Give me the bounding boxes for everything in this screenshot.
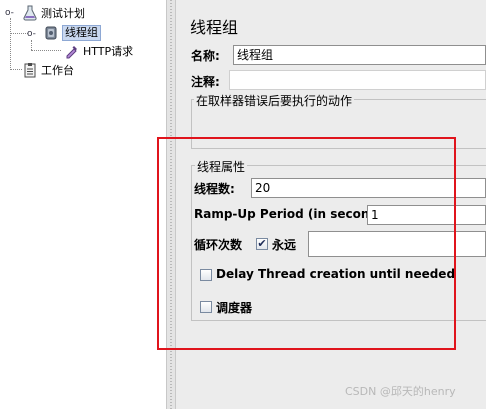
name-label: 名称:: [191, 49, 220, 63]
tree-guide: [10, 69, 22, 70]
tree-guide: [31, 40, 32, 50]
tree-item-thread-group[interactable]: 线程组: [43, 24, 101, 42]
tree-guide: [31, 50, 61, 51]
tree-item-http-request[interactable]: HTTP请求: [64, 42, 133, 60]
tree-item-label: 线程组: [62, 25, 101, 41]
test-tree: o- o- 测试计划 线程组 HTTP请求 工作台: [0, 0, 166, 409]
tree-guide: [10, 33, 28, 34]
flask-icon: [22, 5, 38, 21]
thread-group-icon: [43, 25, 59, 41]
pipette-icon: [64, 43, 80, 59]
clipboard-icon: [22, 62, 38, 78]
tree-item-label: HTTP请求: [83, 45, 134, 58]
tree-item-label: 测试计划: [41, 7, 85, 20]
collapse-handle-icon[interactable]: o-: [5, 8, 14, 18]
tree-item-workbench[interactable]: 工作台: [22, 61, 74, 79]
tree-guide: [10, 18, 11, 70]
error-action-title: 在取样器错误后要执行的动作: [194, 92, 355, 109]
watermark: CSDN @邱天的henry: [345, 385, 456, 398]
highlight-annotation-box: [157, 137, 456, 350]
tree-item-label: 工作台: [41, 64, 74, 77]
comment-label: 注释:: [191, 75, 220, 89]
page-title: 线程组: [190, 18, 239, 37]
collapse-handle-icon[interactable]: o-: [27, 29, 36, 39]
tree-item-test-plan[interactable]: 测试计划: [22, 4, 85, 22]
name-field[interactable]: 线程组: [233, 45, 486, 65]
comment-field[interactable]: [229, 70, 486, 90]
